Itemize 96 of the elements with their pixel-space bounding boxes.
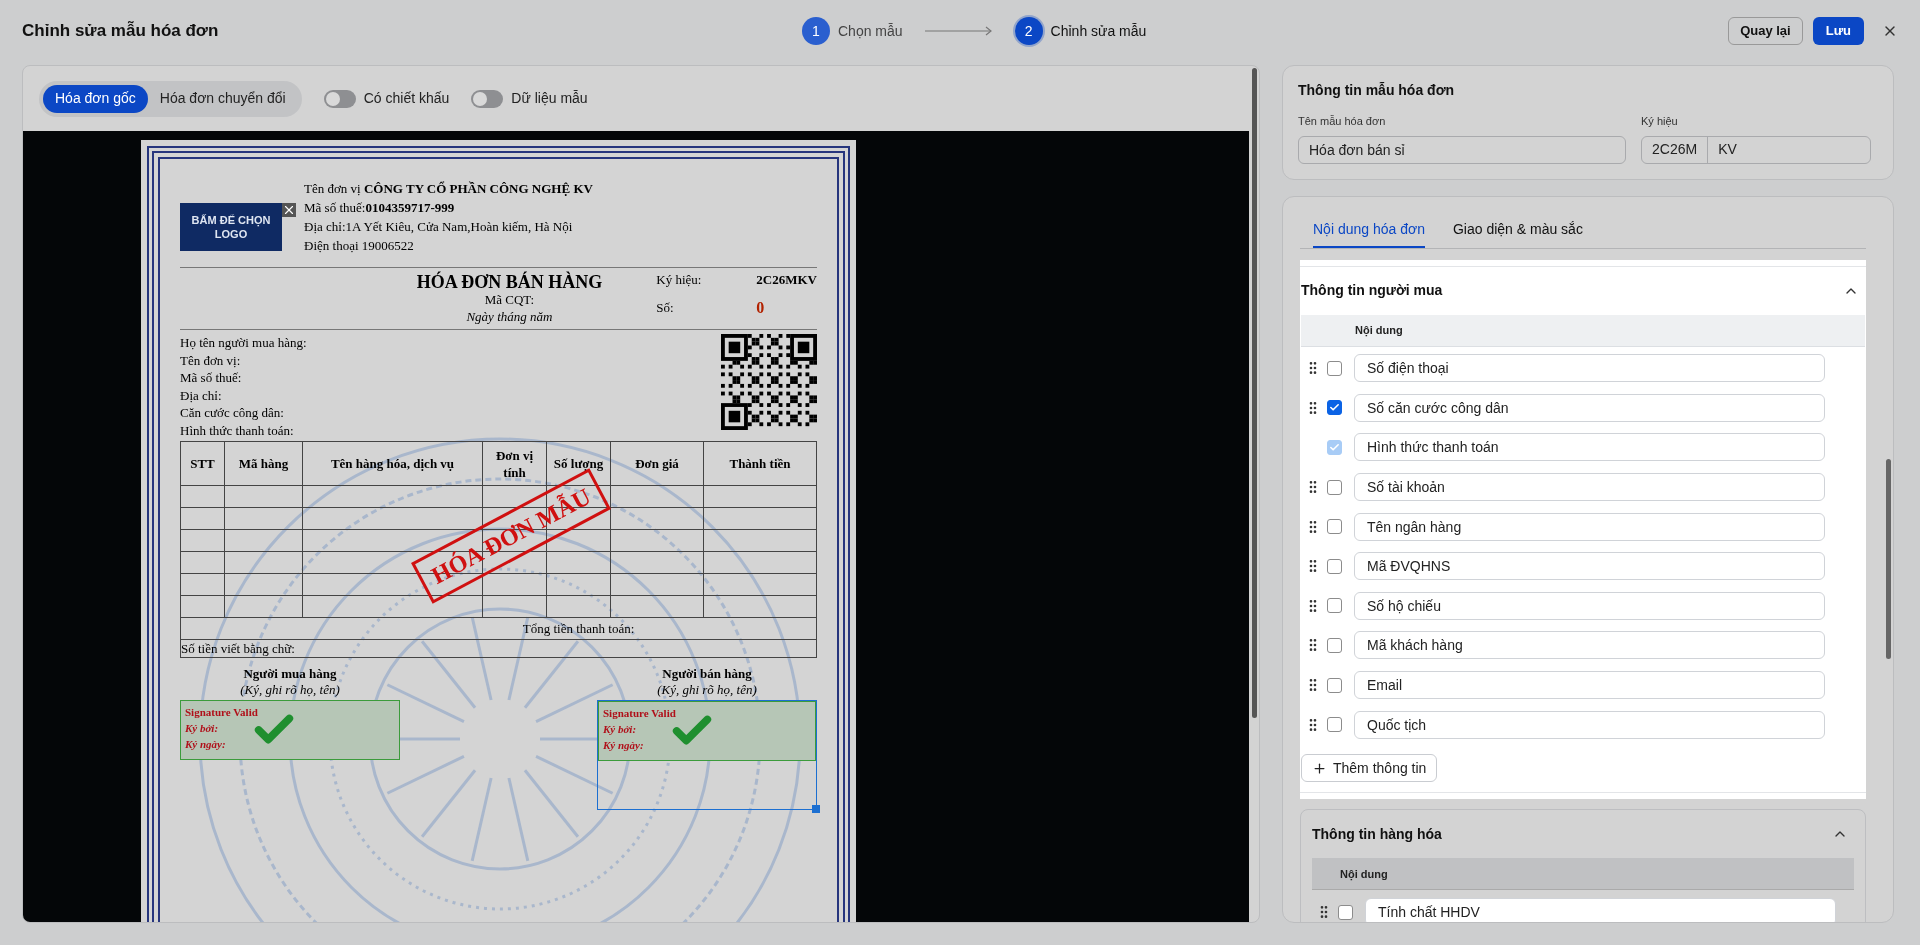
signature-line: Ký ngày: [603, 738, 645, 753]
tax-authority-code: Mã CQT: [484, 292, 535, 307]
table-header-cell: Tên hàng hóa, dịch vụ [302, 441, 483, 486]
symbol-field[interactable]: 2C26M KV [1641, 135, 1871, 164]
toggle-switch[interactable] [471, 89, 504, 108]
seller-info-line: Mã số thuế:0104359717-999 [304, 199, 456, 217]
signer-title: Người mua hàng [243, 666, 337, 682]
add-info-button[interactable]: Thêm thông tin [1301, 754, 1438, 783]
checkbox[interactable] [1327, 637, 1342, 653]
qr-code-icon [721, 334, 817, 430]
input-field[interactable]: Hóa đơn bán sỉ [1298, 135, 1626, 164]
signature-line: Ký ngày: [185, 737, 227, 752]
signature-line: Signature Valid [603, 706, 677, 721]
checkbox[interactable] [1327, 598, 1342, 614]
input-field[interactable]: Mã ĐVQHNS [1354, 552, 1825, 581]
input-field[interactable]: Số hộ chiếu [1354, 591, 1825, 620]
signer-title: Người bán hàng [662, 666, 752, 682]
mode-tab[interactable]: Hóa đơn gốc [43, 84, 148, 113]
signature-area[interactable]: Signature Valid Ký bởi: Ký ngày: [180, 700, 400, 760]
amount-in-words-label: Số tiền viết bằng chữ: [181, 640, 295, 656]
buyer-field-label: Căn cước công dân: [180, 404, 285, 422]
input-field[interactable]: Quốc tịch [1354, 710, 1825, 739]
column-title: Nội dung [1340, 866, 1388, 883]
scrollbar-thumb[interactable] [1251, 68, 1257, 718]
table-header-cell: Đơn vị tính [482, 441, 547, 486]
seller-info-line: Tên đơn vị CÔNG TY CỔ PHẦN CÔNG NGHỆ KV [304, 180, 593, 198]
buyer-field-label: Mã số thuế: [180, 369, 243, 387]
input-field[interactable]: Hình thức thanh toán [1354, 433, 1825, 462]
buyer-field-label: Họ tên người mua hàng: [180, 334, 307, 352]
input-field[interactable]: Số điện thoại [1354, 354, 1825, 383]
column-title: Nội dung [1355, 322, 1403, 339]
table-header-cell: Đơn giá [610, 441, 704, 486]
checkbox[interactable] [1327, 479, 1342, 495]
switch-label: Có chiết khấu [363, 89, 450, 108]
symbol-part: KV [1717, 140, 1738, 159]
scrollbar-thumb[interactable] [1885, 458, 1891, 659]
checkbox[interactable] [1327, 440, 1342, 455]
input-field[interactable]: Tên ngân hàng [1354, 512, 1825, 541]
signature-area[interactable]: Signature Valid Ký bởi: Ký ngày: [597, 700, 817, 810]
table-header-cell: Thành tiền [703, 441, 817, 486]
resize-handle[interactable] [812, 805, 820, 813]
seller-info-line: Địa chỉ:1A Yết Kiêu, Cửa Nam,Hoàn kiếm, Hà Nội [304, 218, 574, 236]
seller-info-line: Điện thoại 19006522 [304, 237, 415, 255]
invoice-number: 0 [756, 299, 766, 318]
card-title: Thông tin mẫu hóa đơn [1298, 81, 1456, 100]
input-field[interactable]: Số căn cước công dân [1354, 393, 1825, 422]
page-title: Chỉnh sửa mẫu hóa đơn [22, 20, 219, 43]
toggle-switch[interactable] [323, 89, 356, 108]
total-label: Tổng tiền thanh toán: [522, 620, 635, 636]
table-header-cell: Số lượng [546, 441, 611, 486]
buyer-field-label: Tên đơn vị: [180, 351, 242, 369]
field-label: Tên mẫu hóa đơn [1298, 114, 1387, 129]
section-title: Thông tin hàng hóa [1312, 824, 1442, 844]
plus-icon [1312, 760, 1327, 776]
checkbox[interactable] [1327, 717, 1342, 733]
signature-line: Ký bởi: [185, 721, 220, 736]
checkbox[interactable] [1327, 677, 1342, 693]
checkbox[interactable] [1338, 904, 1353, 920]
input-field[interactable]: Mã khách hàng [1354, 631, 1825, 660]
signature-line: Signature Valid [185, 705, 259, 720]
checkbox[interactable] [1327, 400, 1342, 416]
symbol-label: Ký hiệu: [656, 272, 703, 289]
symbol-value: 2C26MKV [756, 272, 817, 289]
input-field[interactable]: Tính chất HHDV [1365, 898, 1836, 922]
step-number: 2 [1014, 17, 1043, 45]
content-tab[interactable]: Giao diện & màu sắc [1452, 213, 1583, 248]
signature-line: Ký bởi: [603, 722, 638, 737]
save-button[interactable]: Lưu [1812, 17, 1864, 45]
buyer-field-label: Hình thức thanh toán: [180, 421, 295, 439]
step-label: Chỉnh sửa mẫu [1050, 21, 1147, 41]
checkbox[interactable] [1327, 558, 1342, 574]
arrow-icon [924, 26, 993, 36]
signer-note: (Ký, ghi rõ họ, tên) [240, 682, 340, 698]
checkbox[interactable] [1327, 360, 1342, 376]
number-label: Số: [656, 299, 675, 317]
mode-tab[interactable]: Hóa đơn chuyển đổi [147, 84, 298, 113]
table-header-cell: Mã hàng [224, 441, 303, 486]
invoice-title: HÓA ĐƠN BÁN HÀNG [416, 272, 603, 292]
check-icon [1329, 442, 1340, 453]
content-tab[interactable]: Nội dung hóa đơn [1313, 213, 1425, 248]
invoice-date: Ngày tháng năm [466, 308, 553, 326]
close-icon[interactable] [282, 203, 296, 217]
field-label: Ký hiệu [1641, 114, 1679, 129]
checkbox[interactable] [1327, 519, 1342, 535]
table-header-cell: STT [180, 441, 225, 486]
input-field[interactable]: Email [1354, 671, 1825, 700]
section-title: Thông tin người mua [1301, 281, 1443, 300]
switch-label: Dữ liệu mẫu [511, 89, 588, 108]
input-field[interactable]: Số tài khoản [1354, 473, 1825, 502]
buyer-field-label: Địa chỉ: [180, 386, 223, 404]
symbol-part: 2C26M [1642, 136, 1709, 163]
signer-note: (Ký, ghi rõ họ, tên) [657, 682, 757, 698]
step-label: Chọn mẫu [838, 21, 903, 41]
logo-placeholder[interactable]: BẤM ĐỂ CHỌN LOGO [180, 203, 282, 251]
back-button[interactable]: Quay lại [1728, 17, 1803, 45]
step-number: 1 [802, 17, 830, 45]
